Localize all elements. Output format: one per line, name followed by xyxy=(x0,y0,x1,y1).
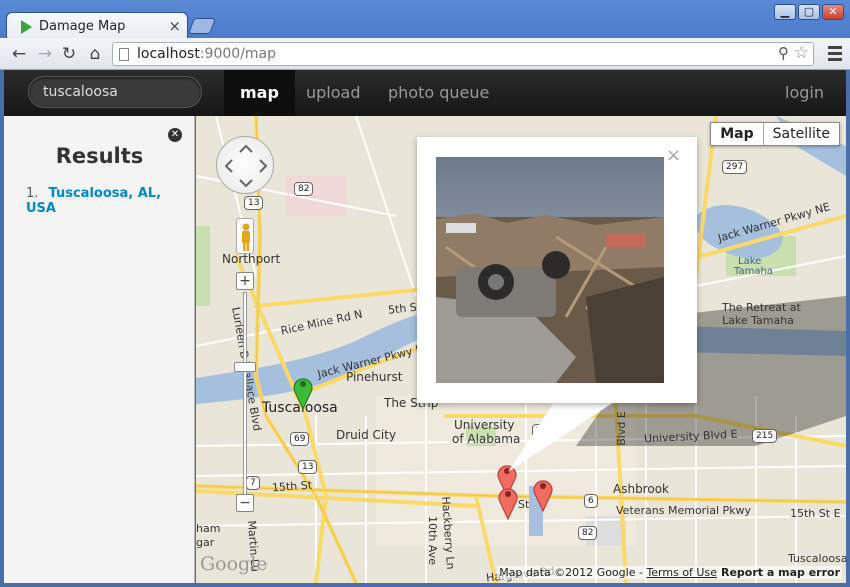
close-icon[interactable]: × xyxy=(666,145,681,166)
reload-icon[interactable]: ↻ xyxy=(58,43,80,65)
label-10th-ave: 10th Ave xyxy=(425,516,439,565)
road-shield-297: 297 xyxy=(722,160,748,174)
damage-photo[interactable] xyxy=(436,157,664,383)
info-window: × xyxy=(417,137,697,403)
nav-upload[interactable]: upload xyxy=(290,70,377,116)
red-marker-icon[interactable] xyxy=(532,476,554,512)
url-text: localhost:9000/map xyxy=(137,46,277,62)
map-type-satellite-button[interactable]: Satellite xyxy=(763,123,839,145)
forward-arrow-icon[interactable]: → xyxy=(34,43,56,65)
search-input[interactable]: tuscaloosa xyxy=(28,76,202,108)
red-marker-icon[interactable] xyxy=(497,484,519,520)
label-ham: ham xyxy=(196,522,221,535)
tab-title: Damage Map xyxy=(39,19,126,34)
label-druid-city: Druid City xyxy=(336,428,397,442)
label-retreat: The Retreat at xyxy=(722,301,801,314)
home-icon[interactable]: ⌂ xyxy=(84,43,106,65)
results-list: 1. Tuscaloosa, AL, USA xyxy=(26,186,194,216)
pan-control[interactable] xyxy=(216,136,274,194)
result-link[interactable]: Tuscaloosa, AL, USA xyxy=(26,186,161,216)
menu-icon[interactable] xyxy=(828,43,842,65)
back-arrow-icon[interactable]: ← xyxy=(8,43,30,65)
map-type-map-button[interactable]: Map xyxy=(711,123,764,145)
road-shield-215: 215 xyxy=(752,429,778,443)
label-blvd-e: Blvd E xyxy=(614,411,628,446)
results-title: Results xyxy=(55,144,144,168)
page-icon xyxy=(119,48,129,61)
road-shield-69: 69 xyxy=(290,432,310,446)
login-link[interactable]: login xyxy=(785,70,824,116)
window-controls: ▁ ▢ ✕ xyxy=(774,4,844,20)
road-shield-82: 82 xyxy=(294,182,314,196)
terms-link[interactable]: Terms of Use xyxy=(646,566,717,579)
road-shield-6: 6 xyxy=(584,494,598,508)
label-pinehurst: Pinehurst xyxy=(346,370,403,384)
zoom-slider-handle[interactable] xyxy=(234,362,256,372)
nav-photo-queue[interactable]: photo queue xyxy=(372,70,505,116)
road-shield-82b: 82 xyxy=(578,526,598,540)
label-tuscaloosa-small: Tuscaloosa xyxy=(788,552,846,565)
road-shield-7: 7 xyxy=(246,476,260,490)
browser-toolbar: ← → ↻ ⌂ localhost:9000/map ⚲ ☆ xyxy=(0,38,850,70)
google-logo[interactable]: Google xyxy=(200,553,268,575)
app-navbar: tuscaloosa map upload photo queue login xyxy=(4,70,846,116)
minimize-button[interactable]: ▁ xyxy=(774,4,796,20)
map-attribution: Map data ©2012 Google - Terms of Use Repo… xyxy=(497,566,842,579)
label-ashbrook: Ashbrook xyxy=(613,482,669,496)
label-15th-st-e: 15th St E xyxy=(790,507,841,520)
road-shield-21: 21 xyxy=(532,424,552,438)
new-tab-button[interactable] xyxy=(188,18,216,34)
label-of-alabama: of Alabama xyxy=(452,432,521,446)
label-veterans-pkwy: Veterans Memorial Pkwy xyxy=(616,504,752,517)
window-close-button[interactable]: ✕ xyxy=(822,4,844,20)
close-icon[interactable]: × xyxy=(168,17,181,35)
close-icon[interactable]: ✕ xyxy=(168,128,182,142)
label-lake-tamaha: Lake Tamaha xyxy=(722,314,794,327)
star-icon[interactable]: ☆ xyxy=(794,43,809,63)
list-item: 1. Tuscaloosa, AL, USA xyxy=(26,186,194,216)
report-error-link[interactable]: Report a map error xyxy=(721,566,840,579)
play-icon xyxy=(21,20,32,34)
maximize-button[interactable]: ▢ xyxy=(798,4,820,20)
browser-tab[interactable]: Damage Map × xyxy=(6,12,188,40)
result-number: 1. xyxy=(26,186,39,201)
label-tamaha: Tamaha xyxy=(734,266,773,277)
magnifier-icon[interactable]: ⚲ xyxy=(778,44,789,62)
results-sidebar: ✕ Results 1. Tuscaloosa, AL, USA xyxy=(4,116,195,583)
zoom-out-button[interactable]: − xyxy=(236,494,254,512)
pan-arrows-icon xyxy=(224,144,268,188)
map-canvas[interactable]: Northport Tuscaloosa Pinehurst The Strip… xyxy=(196,116,846,583)
nav-map[interactable]: map xyxy=(224,70,295,116)
green-marker-icon[interactable] xyxy=(292,374,314,410)
zoom-in-button[interactable]: + xyxy=(236,272,254,290)
pegman-icon[interactable] xyxy=(236,218,254,254)
label-st: St xyxy=(518,498,530,511)
zoom-slider-track[interactable] xyxy=(243,292,247,498)
address-bar[interactable]: localhost:9000/map ⚲ ☆ xyxy=(112,42,814,66)
road-shield-13b: 13 xyxy=(298,460,318,474)
map-type-control: Map Satellite xyxy=(710,122,840,146)
label-gar: gar xyxy=(196,536,215,549)
road-shield-13: 13 xyxy=(244,196,264,210)
label-university: University xyxy=(454,418,515,432)
